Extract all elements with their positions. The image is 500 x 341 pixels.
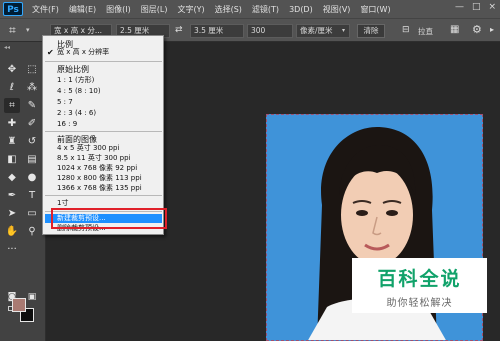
marquee-tool-icon[interactable]: ⬚ (24, 62, 40, 77)
menu-item-preset-5[interactable]: 1366 x 768 像素 135 ppi (57, 184, 142, 193)
watermark-title: 百科全说 (377, 268, 462, 290)
menu-select[interactable]: 选择(S) (210, 4, 247, 15)
menu-image[interactable]: 图像(I) (101, 4, 136, 15)
menu-3d[interactable]: 3D(D) (284, 5, 318, 14)
clear-button[interactable]: 清除 (357, 24, 385, 38)
menu-item-ratio-5-7[interactable]: 5 : 7 (57, 98, 73, 107)
menu-item-ratio-2-3[interactable]: 2 : 3 (4 : 6) (57, 109, 96, 118)
menu-edit[interactable]: 编辑(E) (64, 4, 101, 15)
swap-icon[interactable]: ⇄ (175, 25, 183, 35)
chevron-down-icon[interactable]: ▾ (342, 27, 345, 34)
menu-item-ratio-1-1[interactable]: 1 : 1 (方形) (57, 76, 94, 85)
watermark-subtitle: 助你轻松解决 (386, 298, 453, 309)
crop-tool-icon[interactable]: ⌗ (4, 98, 20, 113)
window-controls: — □ × (455, 2, 496, 12)
crop-ratio-dropdown: 比例 ✔ 宽 x 高 x 分辨率 原始比例 1 : 1 (方形) 4 : 5 (… (42, 35, 164, 235)
menu-view[interactable]: 视图(V) (318, 4, 356, 15)
history-brush-icon[interactable]: ↺ (24, 134, 40, 149)
hand-tool-icon[interactable]: ✋ (4, 224, 20, 239)
shape-tool-icon[interactable]: ▭ (24, 206, 40, 221)
gradient-icon[interactable]: ▤ (24, 152, 40, 167)
menu-filter[interactable]: 滤镜(T) (247, 4, 284, 15)
collapse-icon[interactable]: ◂◂ (4, 44, 10, 51)
screen-mode-icon[interactable]: ▣ (24, 290, 40, 305)
type-tool-icon[interactable]: T (24, 188, 40, 203)
maximize-icon[interactable]: □ (472, 2, 481, 12)
menu-item-one-inch[interactable]: 1寸 (57, 199, 68, 208)
close-icon[interactable]: × (488, 2, 496, 12)
divider (45, 61, 162, 62)
eraser-icon[interactable]: ◧ (4, 152, 20, 167)
menu-item-preset-3[interactable]: 1024 x 768 像素 92 ppi (57, 164, 137, 173)
straighten-label[interactable]: 拉直 (418, 26, 433, 37)
chevron-down-icon[interactable]: ▾ (26, 26, 30, 34)
menu-type[interactable]: 文字(Y) (172, 4, 209, 15)
menu-layer[interactable]: 图层(L) (136, 4, 173, 15)
tools-panel: ◂◂ ✥ ⬚ ℓ ⁂ ⌗ ✎ ✚ ✐ ♜ ↺ ◧ ▤ ◆ ● ✒ T ➤ ▭ ✋… (0, 42, 46, 341)
clone-stamp-icon[interactable]: ♜ (4, 134, 20, 149)
menu-window[interactable]: 窗口(W) (355, 4, 395, 15)
brush-icon[interactable]: ✐ (24, 116, 40, 131)
menu-item-ratio-16-9[interactable]: 16 : 9 (57, 120, 77, 129)
watermark: 百科全说 助你轻松解决 (352, 258, 487, 313)
foreground-color-swatch[interactable] (12, 298, 26, 312)
section-original-ratio[interactable]: 原始比例 (57, 64, 89, 75)
photoshop-logo: Ps (3, 2, 23, 16)
menu-item-preset-2[interactable]: 8.5 x 11 英寸 300 ppi (57, 154, 131, 163)
magic-wand-icon[interactable]: ⁂ (24, 80, 40, 95)
lasso-tool-icon[interactable]: ℓ (4, 80, 20, 95)
menu-item-preset-1[interactable]: 4 x 5 英寸 300 ppi (57, 144, 119, 153)
straighten-icon[interactable]: ⊟ (402, 25, 410, 35)
divider (45, 131, 162, 132)
extra-tools-icon[interactable]: ··· (4, 242, 20, 257)
pen-icon[interactable]: ✒ (4, 188, 20, 203)
move-tool-icon[interactable]: ✥ (4, 62, 20, 77)
dodge-icon[interactable]: ● (24, 170, 40, 185)
more-icon[interactable]: ▸ (490, 25, 494, 34)
menu-item-ratio-4-5[interactable]: 4 : 5 (8 : 10) (57, 87, 101, 96)
height-input[interactable]: 3.5 厘米 (190, 24, 244, 38)
menu-item-wxhxres[interactable]: 宽 x 高 x 分辨率 (57, 48, 109, 57)
zoom-tool-icon[interactable]: ⚲ (24, 224, 40, 239)
menu-file[interactable]: 文件(F) (27, 4, 64, 15)
resolution-input[interactable]: 300 (247, 24, 293, 38)
healing-brush-icon[interactable]: ✚ (4, 116, 20, 131)
menu-item-preset-4[interactable]: 1280 x 800 像素 113 ppi (57, 174, 142, 183)
crop-tool-icon[interactable]: ⌗ (9, 23, 16, 38)
checkmark-icon: ✔ (47, 48, 54, 57)
gear-icon[interactable]: ⚙ (472, 23, 482, 36)
path-select-icon[interactable]: ➤ (4, 206, 20, 221)
blur-icon[interactable]: ◆ (4, 170, 20, 185)
annotation-highlight-box (51, 208, 167, 229)
minimize-icon[interactable]: — (455, 2, 464, 12)
grid-overlay-icon[interactable]: ▦ (450, 24, 459, 35)
eyedropper-icon[interactable]: ✎ (24, 98, 40, 113)
menu-bar: Ps 文件(F) 编辑(E) 图像(I) 图层(L) 文字(Y) 选择(S) 滤… (0, 0, 500, 18)
divider (45, 195, 162, 196)
